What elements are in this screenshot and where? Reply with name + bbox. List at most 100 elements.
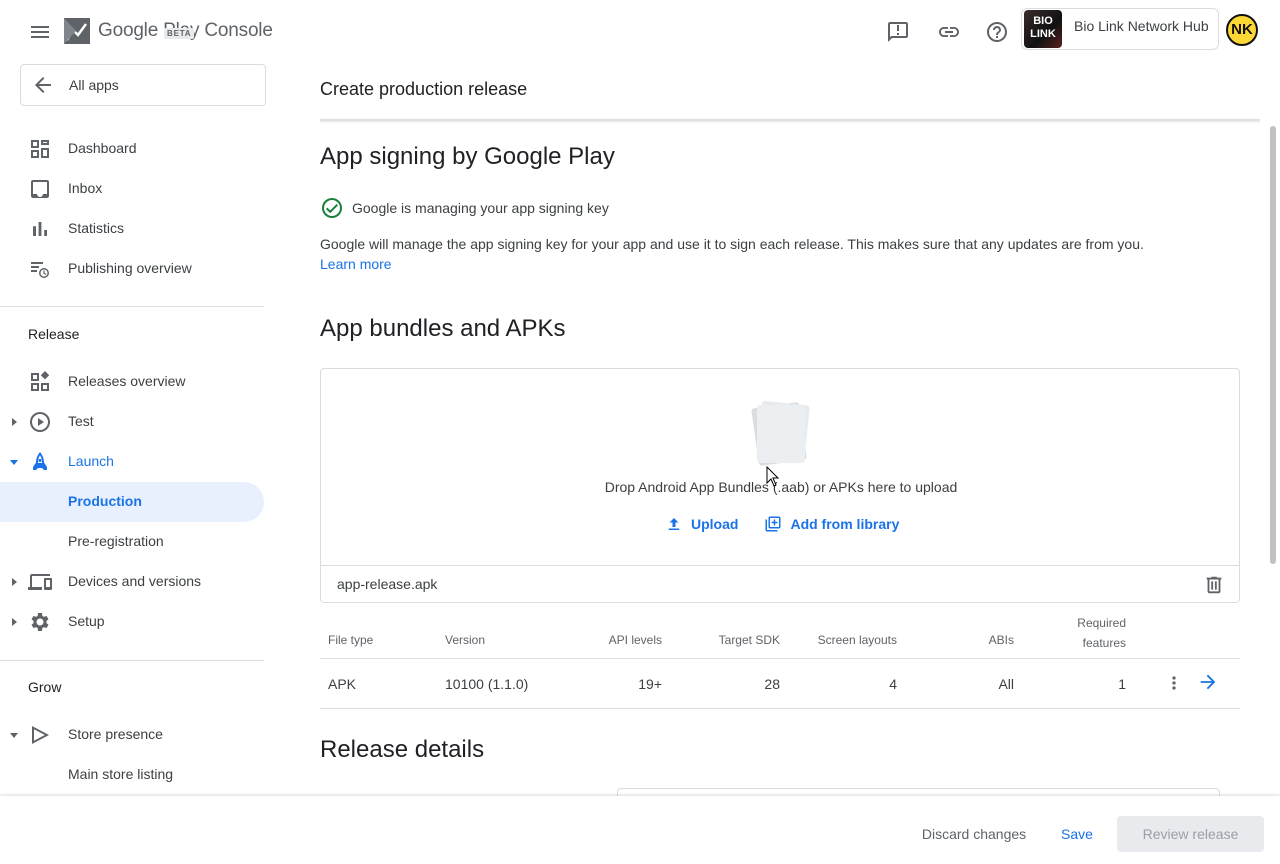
back-arrow-icon xyxy=(35,77,51,93)
sidebar: All apps Dashboard Inbox Statistics Publ… xyxy=(0,64,266,796)
signing-status-text: Google is managing your app signing key xyxy=(352,200,609,216)
caret-right-icon xyxy=(12,618,17,626)
beta-badge: BETA xyxy=(164,28,195,39)
sidebar-item-production[interactable]: Production xyxy=(0,482,264,522)
column-header-file-type: File type xyxy=(328,633,374,647)
all-apps-button[interactable]: All apps xyxy=(20,64,266,106)
sidebar-item-store-presence[interactable]: Store presence xyxy=(0,715,264,755)
sidebar-item-label: Publishing overview xyxy=(68,260,192,276)
account-name: Bio Link Network Hub xyxy=(1074,18,1209,34)
account-logo: BIO LINK xyxy=(1024,10,1062,48)
menu-icon[interactable] xyxy=(28,20,52,44)
learn-more-link[interactable]: Learn more xyxy=(320,256,392,272)
launch-icon xyxy=(33,452,47,470)
release-name-field[interactable] xyxy=(617,788,1220,796)
app-signing-heading: App signing by Google Play xyxy=(320,143,615,170)
arrow-forward-icon[interactable] xyxy=(1197,671,1219,693)
sidebar-item-statistics[interactable]: Statistics xyxy=(0,209,264,249)
signing-status: Google is managing your app signing key xyxy=(320,196,609,220)
drop-instructions: Drop Android App Bundles (.aab) or APKs … xyxy=(604,479,958,495)
publishing-overview-icon xyxy=(31,262,49,278)
sidebar-item-inbox[interactable]: Inbox xyxy=(0,169,264,209)
bundles-heading: App bundles and APKs xyxy=(320,315,566,342)
upload-label: Upload xyxy=(691,516,739,532)
sidebar-item-label: Statistics xyxy=(68,220,125,236)
title-divider xyxy=(320,119,1260,121)
bottom-action-bar: Discard changes Save Review release xyxy=(0,796,1280,864)
sidebar-item-test[interactable]: Test xyxy=(0,402,264,442)
more-vert-icon[interactable] xyxy=(1164,673,1184,693)
upload-icon xyxy=(668,518,680,530)
settings-icon xyxy=(31,613,49,631)
sidebar-item-releases-overview[interactable]: Releases overview xyxy=(0,362,264,402)
play-console-logo-icon xyxy=(64,18,90,44)
top-app-bar: Google Play Console BETA BIO LINK Bio Li… xyxy=(0,0,1280,64)
sidebar-item-label: Setup xyxy=(68,613,105,629)
column-header-target-sdk: Target SDK xyxy=(718,633,780,647)
cell-file-type: APK xyxy=(328,676,357,692)
discard-changes-button[interactable]: Discard changes xyxy=(910,816,1038,852)
section-title-release: Release xyxy=(28,326,80,342)
inbox-icon xyxy=(31,180,49,198)
avatar[interactable]: NK xyxy=(1226,14,1258,46)
link-icon[interactable] xyxy=(937,20,961,44)
statistics-icon xyxy=(33,222,47,236)
sidebar-item-pre-registration[interactable]: Pre-registration xyxy=(0,522,264,562)
review-release-button[interactable]: Review release xyxy=(1117,816,1264,852)
check-circle-icon xyxy=(322,198,342,218)
sidebar-item-devices-and-versions[interactable]: Devices and versions xyxy=(0,562,264,602)
sidebar-item-label: Launch xyxy=(68,453,114,469)
uploaded-file-row: app-release.apk xyxy=(321,565,1239,603)
releases-overview-icon xyxy=(31,371,50,391)
sidebar-item-dashboard[interactable]: Dashboard xyxy=(0,129,264,169)
sidebar-item-label: Inbox xyxy=(68,180,103,196)
sidebar-item-label: Production xyxy=(68,493,142,509)
section-title-grow: Grow xyxy=(28,679,62,695)
dashboard-icon xyxy=(31,140,49,158)
cell-target-sdk: 28 xyxy=(764,676,780,692)
sidebar-item-setup[interactable]: Setup xyxy=(0,602,264,642)
cell-required-features: 1 xyxy=(1118,676,1126,692)
developer-account-chip[interactable]: BIO LINK Bio Link Network Hub xyxy=(1021,8,1219,50)
all-apps-label: All apps xyxy=(69,77,119,93)
help-icon[interactable] xyxy=(985,20,1009,44)
sidebar-item-label: Dashboard xyxy=(68,140,137,156)
column-header-version: Version xyxy=(445,633,486,647)
table-row[interactable]: APK 10100 (1.1.0) 19+ 28 4 All 1 xyxy=(320,659,1240,709)
page-title: Create production release xyxy=(320,79,528,99)
sidebar-item-label: Releases overview xyxy=(68,373,186,389)
save-button[interactable]: Save xyxy=(1050,816,1104,852)
add-from-library-button[interactable]: Add from library xyxy=(764,515,899,533)
store-presence-icon xyxy=(32,726,49,744)
uploaded-file-name: app-release.apk xyxy=(337,576,438,592)
library-add-icon xyxy=(765,516,781,532)
sidebar-item-label: Devices and versions xyxy=(68,573,202,589)
mouse-cursor-icon xyxy=(766,466,780,487)
sidebar-item-label: Store presence xyxy=(68,726,163,742)
signing-description-text: Google will manage the app signing key f… xyxy=(320,236,1144,252)
upload-dropzone[interactable]: Drop Android App Bundles (.aab) or APKs … xyxy=(320,368,1240,603)
caret-right-icon xyxy=(12,418,17,426)
page-scrollbar[interactable] xyxy=(1270,126,1276,564)
main-content: Create production release App signing by… xyxy=(320,64,1260,796)
caret-right-icon xyxy=(12,578,17,586)
artifacts-table-header: File type Version API levels Target SDK … xyxy=(320,609,1240,659)
column-header-required-features: Required features xyxy=(1077,613,1126,653)
sidebar-item-main-store-listing[interactable]: Main store listing xyxy=(0,755,264,795)
cell-abis: All xyxy=(998,676,1014,692)
required-features-line1: Required xyxy=(1077,616,1126,630)
sidebar-item-launch[interactable]: Launch xyxy=(0,442,264,482)
upload-actions: Upload Add from library xyxy=(665,515,899,533)
devices-icon xyxy=(28,574,52,590)
release-details-heading: Release details xyxy=(320,736,485,763)
feedback-icon[interactable] xyxy=(886,20,910,44)
column-header-abis: ABIs xyxy=(988,633,1014,647)
upload-button[interactable]: Upload xyxy=(665,515,738,533)
sidebar-item-publishing-overview[interactable]: Publishing overview xyxy=(0,249,264,289)
caret-down-icon xyxy=(10,460,18,465)
sidebar-item-label: Pre-registration xyxy=(68,533,164,549)
required-features-line2: features xyxy=(1082,636,1126,650)
documents-illustration-icon xyxy=(751,400,810,466)
column-header-api-levels: API levels xyxy=(608,633,662,647)
delete-icon[interactable] xyxy=(1203,574,1225,596)
